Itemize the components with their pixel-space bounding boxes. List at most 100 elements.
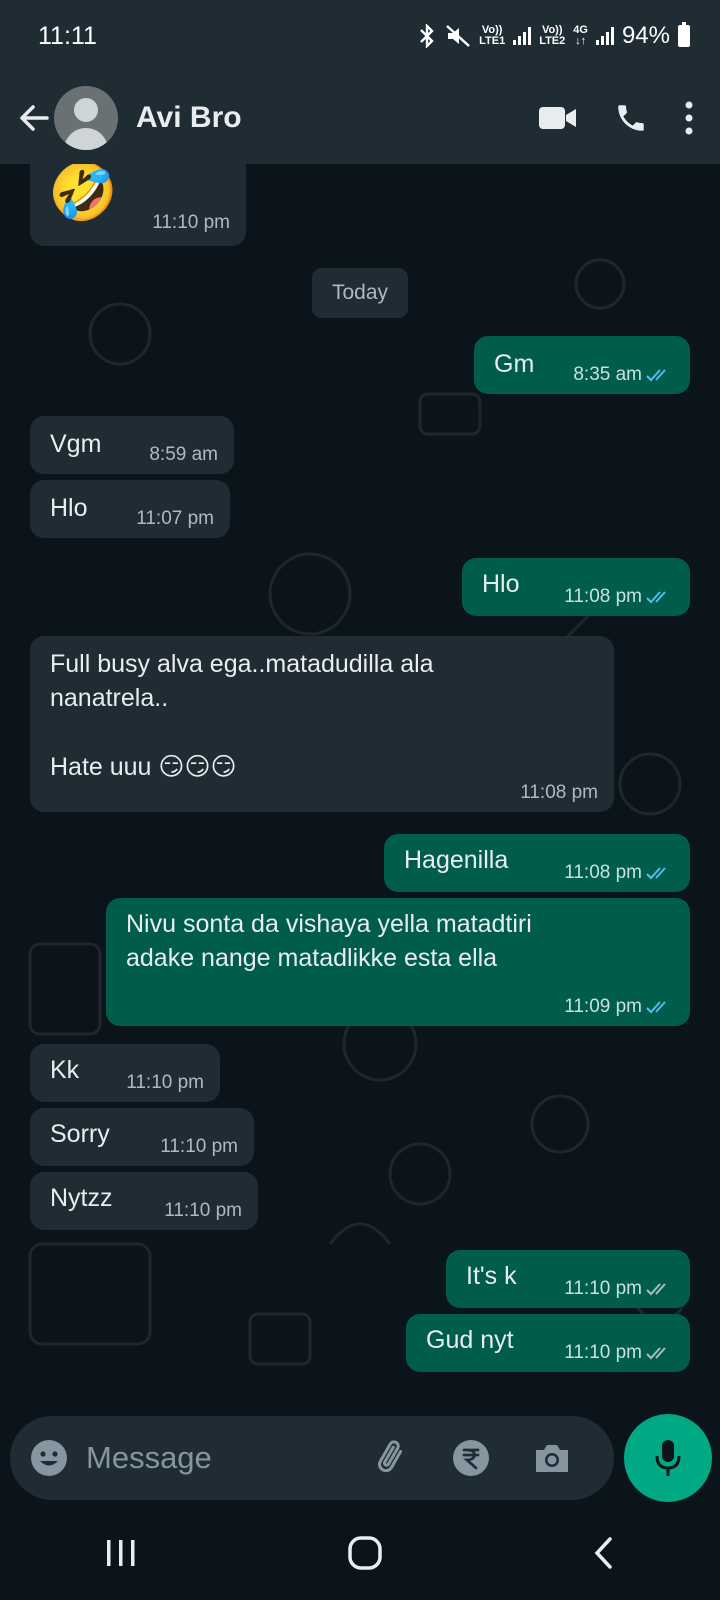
recent-apps-icon: [107, 1540, 135, 1566]
sim2-indicator: Vo)) LTE2: [539, 25, 565, 47]
avatar-body-shape: [64, 128, 108, 150]
voice-message-button[interactable]: [624, 1414, 712, 1502]
payment-button[interactable]: [452, 1439, 490, 1477]
camera-button[interactable]: [532, 1440, 572, 1476]
message-text-line: Full busy alva ega..matadudilla ala: [50, 650, 434, 678]
back-button[interactable]: [14, 98, 54, 138]
message-time-label: 11:09 pm: [564, 996, 642, 1017]
message-time: 11:10 pm: [152, 212, 230, 233]
message-bubble-outgoing[interactable]: Gm 8:35 am: [474, 336, 690, 394]
message-time-label: 11:10 pm: [564, 1278, 642, 1299]
message-text-line: nanatrela..: [50, 684, 169, 712]
message-text: Gm: [494, 350, 535, 378]
message-time: 11:09 pm: [564, 996, 674, 1018]
sim1-lte-label: LTE1: [479, 35, 506, 47]
message-text-line: Nivu sonta da vishaya yella matadtiri: [126, 910, 532, 938]
message-text-line: Hate uuu 😏😏😏: [50, 753, 237, 781]
battery-percent: 94%: [621, 22, 670, 49]
more-options-button[interactable]: [684, 101, 694, 135]
message-time-label: 11:08 pm: [564, 586, 642, 607]
emoji-icon: [31, 1440, 67, 1476]
camera-icon: [536, 1445, 568, 1472]
rupee-icon: [453, 1440, 489, 1476]
home-icon: [348, 1536, 382, 1570]
message-bubble-incoming[interactable]: Sorry 11:10 pm: [30, 1108, 254, 1166]
paperclip-icon: [378, 1440, 403, 1473]
message-text: It's k: [466, 1262, 517, 1290]
chat-header: Avi Bro: [0, 72, 720, 164]
emoji-button[interactable]: [30, 1439, 68, 1477]
sim2-signal-icon: [595, 27, 614, 45]
message-input-container: [10, 1416, 614, 1500]
message-bubble-outgoing[interactable]: Nivu sonta da vishaya yella matadtiri ad…: [106, 898, 690, 1026]
microphone-icon: [655, 1440, 681, 1476]
message-text-line: adake nange matadlikke esta ella: [126, 944, 498, 972]
message-time: 11:07 pm: [136, 508, 214, 529]
message-time: 8:59 am: [149, 444, 218, 465]
message-time-label: 11:10 pm: [564, 1342, 642, 1363]
message-time: 11:10 pm: [564, 1278, 674, 1300]
message-text: Hlo: [50, 494, 88, 522]
message-bubble-incoming[interactable]: Hlo 11:07 pm: [30, 480, 230, 538]
recent-apps-button[interactable]: [104, 1538, 138, 1568]
more-vertical-icon: [685, 101, 693, 135]
back-arrow-icon: [20, 105, 49, 131]
message-bubble-incoming[interactable]: 🤣 11:10 pm: [30, 164, 246, 246]
attach-button[interactable]: [372, 1438, 412, 1478]
message-bubble-outgoing[interactable]: Gud nyt 11:10 pm: [406, 1314, 690, 1372]
chat-area[interactable]: 🤣 11:10 pm Today Gm 8:35 am Vgm 8:59 am …: [0, 164, 720, 1410]
message-time-label: 8:35 am: [573, 364, 642, 385]
message-bubble-outgoing[interactable]: Hagenilla 11:08 pm: [384, 834, 690, 892]
read-double-tick-icon: [646, 867, 666, 880]
sim1-indicator: Vo)) LTE1: [479, 25, 505, 47]
network-type-indicator: 4G ↓↑: [573, 25, 588, 47]
message-time: 11:08 pm: [564, 586, 674, 608]
status-time: 11:11: [38, 21, 97, 50]
message-time: 11:10 pm: [160, 1136, 238, 1157]
read-double-tick-icon: [646, 591, 666, 604]
message-bubble-outgoing[interactable]: It's k 11:10 pm: [446, 1250, 690, 1308]
message-bubble-outgoing[interactable]: Hlo 11:08 pm: [462, 558, 690, 616]
message-input[interactable]: [86, 1440, 366, 1476]
voice-call-button[interactable]: [614, 101, 648, 135]
message-bubble-incoming[interactable]: Nytzz 11:10 pm: [30, 1172, 258, 1230]
message-time: 11:10 pm: [164, 1200, 242, 1221]
message-time: 11:10 pm: [126, 1072, 204, 1093]
phone-icon: [618, 105, 644, 131]
sim2-lte-label: LTE2: [539, 35, 566, 47]
message-time: 11:08 pm: [564, 862, 674, 884]
message-time: 11:10 pm: [564, 1342, 674, 1364]
message-text: 🤣: [48, 164, 118, 223]
chevron-left-icon: [594, 1537, 612, 1569]
message-bubble-incoming[interactable]: Vgm 8:59 am: [30, 416, 234, 474]
message-text: Hagenilla: [404, 846, 509, 874]
mute-icon: [446, 25, 470, 47]
header-actions: [538, 101, 694, 135]
message-bubble-incoming[interactable]: Full busy alva ega..matadudilla ala nana…: [30, 636, 614, 812]
sim1-signal-icon: [513, 27, 532, 45]
status-icons: Vo)) LTE1 Vo)) LTE2 4G ↓↑ 94%: [417, 22, 690, 50]
message-text: Nytzz: [50, 1184, 113, 1212]
read-double-tick-icon: [646, 369, 666, 382]
system-navigation-bar: [0, 1506, 720, 1600]
data-arrows-icon: ↓↑: [575, 35, 587, 47]
message-text: Hlo: [482, 570, 520, 598]
video-call-button[interactable]: [538, 104, 578, 132]
message-time: 11:08 pm: [520, 782, 598, 803]
message-text: Gud nyt: [426, 1326, 514, 1354]
message-text: Kk: [50, 1056, 80, 1084]
home-button[interactable]: [347, 1535, 383, 1571]
message-text: Sorry: [50, 1120, 110, 1148]
message-time-label: 11:08 pm: [564, 862, 642, 883]
read-double-tick-icon: [646, 1001, 666, 1014]
status-bar: 11:11 Vo)) LTE1 Vo)) LTE2 4G ↓↑ 94%: [0, 0, 720, 72]
avatar[interactable]: [54, 86, 118, 150]
contact-name[interactable]: Avi Bro: [136, 101, 538, 135]
back-nav-button[interactable]: [592, 1536, 616, 1570]
avatar-head-shape: [74, 98, 98, 122]
video-camera-icon: [539, 107, 576, 129]
bluetooth-icon: [420, 24, 434, 48]
delivered-double-tick-icon: [646, 1347, 666, 1360]
message-bubble-incoming[interactable]: Kk 11:10 pm: [30, 1044, 220, 1102]
message-time: 8:35 am: [573, 364, 674, 386]
